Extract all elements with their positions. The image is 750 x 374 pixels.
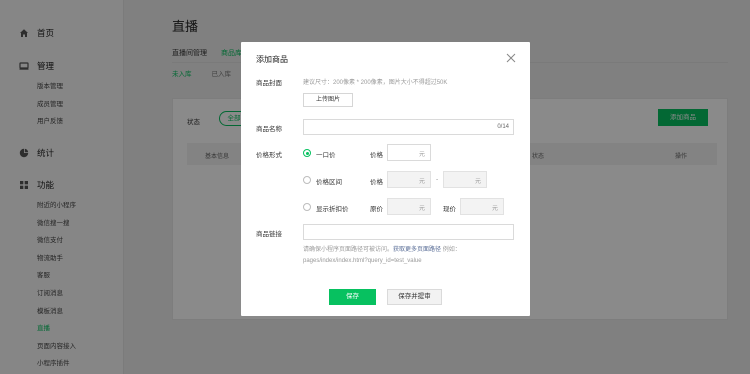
fixed-price-input[interactable]: 元: [387, 144, 431, 161]
range-price-field-label: 价格: [370, 179, 383, 186]
original-price-unit: 元: [418, 206, 425, 212]
range-max-input[interactable]: 元: [443, 171, 487, 188]
original-price-input[interactable]: 元: [387, 198, 431, 215]
product-name-input[interactable]: 0/14: [303, 119, 514, 135]
range-max-unit: 元: [474, 179, 481, 185]
more-paths-link[interactable]: 获取更多页面路径: [393, 247, 441, 253]
dialog-title: 添加商品: [256, 55, 288, 64]
save-button[interactable]: 保存: [329, 289, 376, 305]
link-hint: 请确保小程序页面路径可被访问。获取更多页面路径 例如：pages/index/i…: [303, 245, 518, 267]
link-label: 商品链接: [256, 231, 282, 238]
range-dash: -: [436, 176, 439, 183]
link-hint-prefix: 请确保小程序页面路径可被访问。: [303, 247, 394, 253]
radio-fixed-price[interactable]: [303, 149, 311, 157]
cover-hint: 建议尺寸：200像素 * 200像素，图片大小不得超过50K: [303, 80, 448, 86]
name-char-counter: 0/14: [497, 124, 509, 130]
close-icon[interactable]: [506, 53, 516, 63]
upload-image-button[interactable]: 上传图片: [303, 93, 353, 107]
product-link-input[interactable]: [303, 224, 514, 240]
radio-price-range[interactable]: [303, 176, 311, 184]
original-price-label: 原价: [370, 206, 383, 213]
fixed-price-unit: 元: [418, 152, 425, 158]
name-label: 商品名称: [256, 126, 282, 133]
current-price-unit: 元: [491, 206, 498, 212]
discount-price-label: 显示折扣价: [316, 206, 349, 213]
range-min-unit: 元: [418, 179, 425, 185]
cover-label: 商品封面: [256, 80, 282, 87]
current-price-label: 现价: [443, 206, 456, 213]
price-range-label: 价格区间: [316, 179, 342, 186]
price-type-label: 价格形式: [256, 152, 282, 159]
fixed-price-label: 一口价: [316, 152, 336, 159]
range-min-input[interactable]: 元: [387, 171, 431, 188]
price-field-label: 价格: [370, 152, 383, 159]
radio-discount-price[interactable]: [303, 203, 311, 211]
current-price-input[interactable]: 元: [460, 198, 504, 215]
save-and-submit-button[interactable]: 保存并提审: [387, 289, 442, 305]
add-product-dialog: 添加商品 商品封面 建议尺寸：200像素 * 200像素，图片大小不得超过50K…: [241, 42, 530, 316]
